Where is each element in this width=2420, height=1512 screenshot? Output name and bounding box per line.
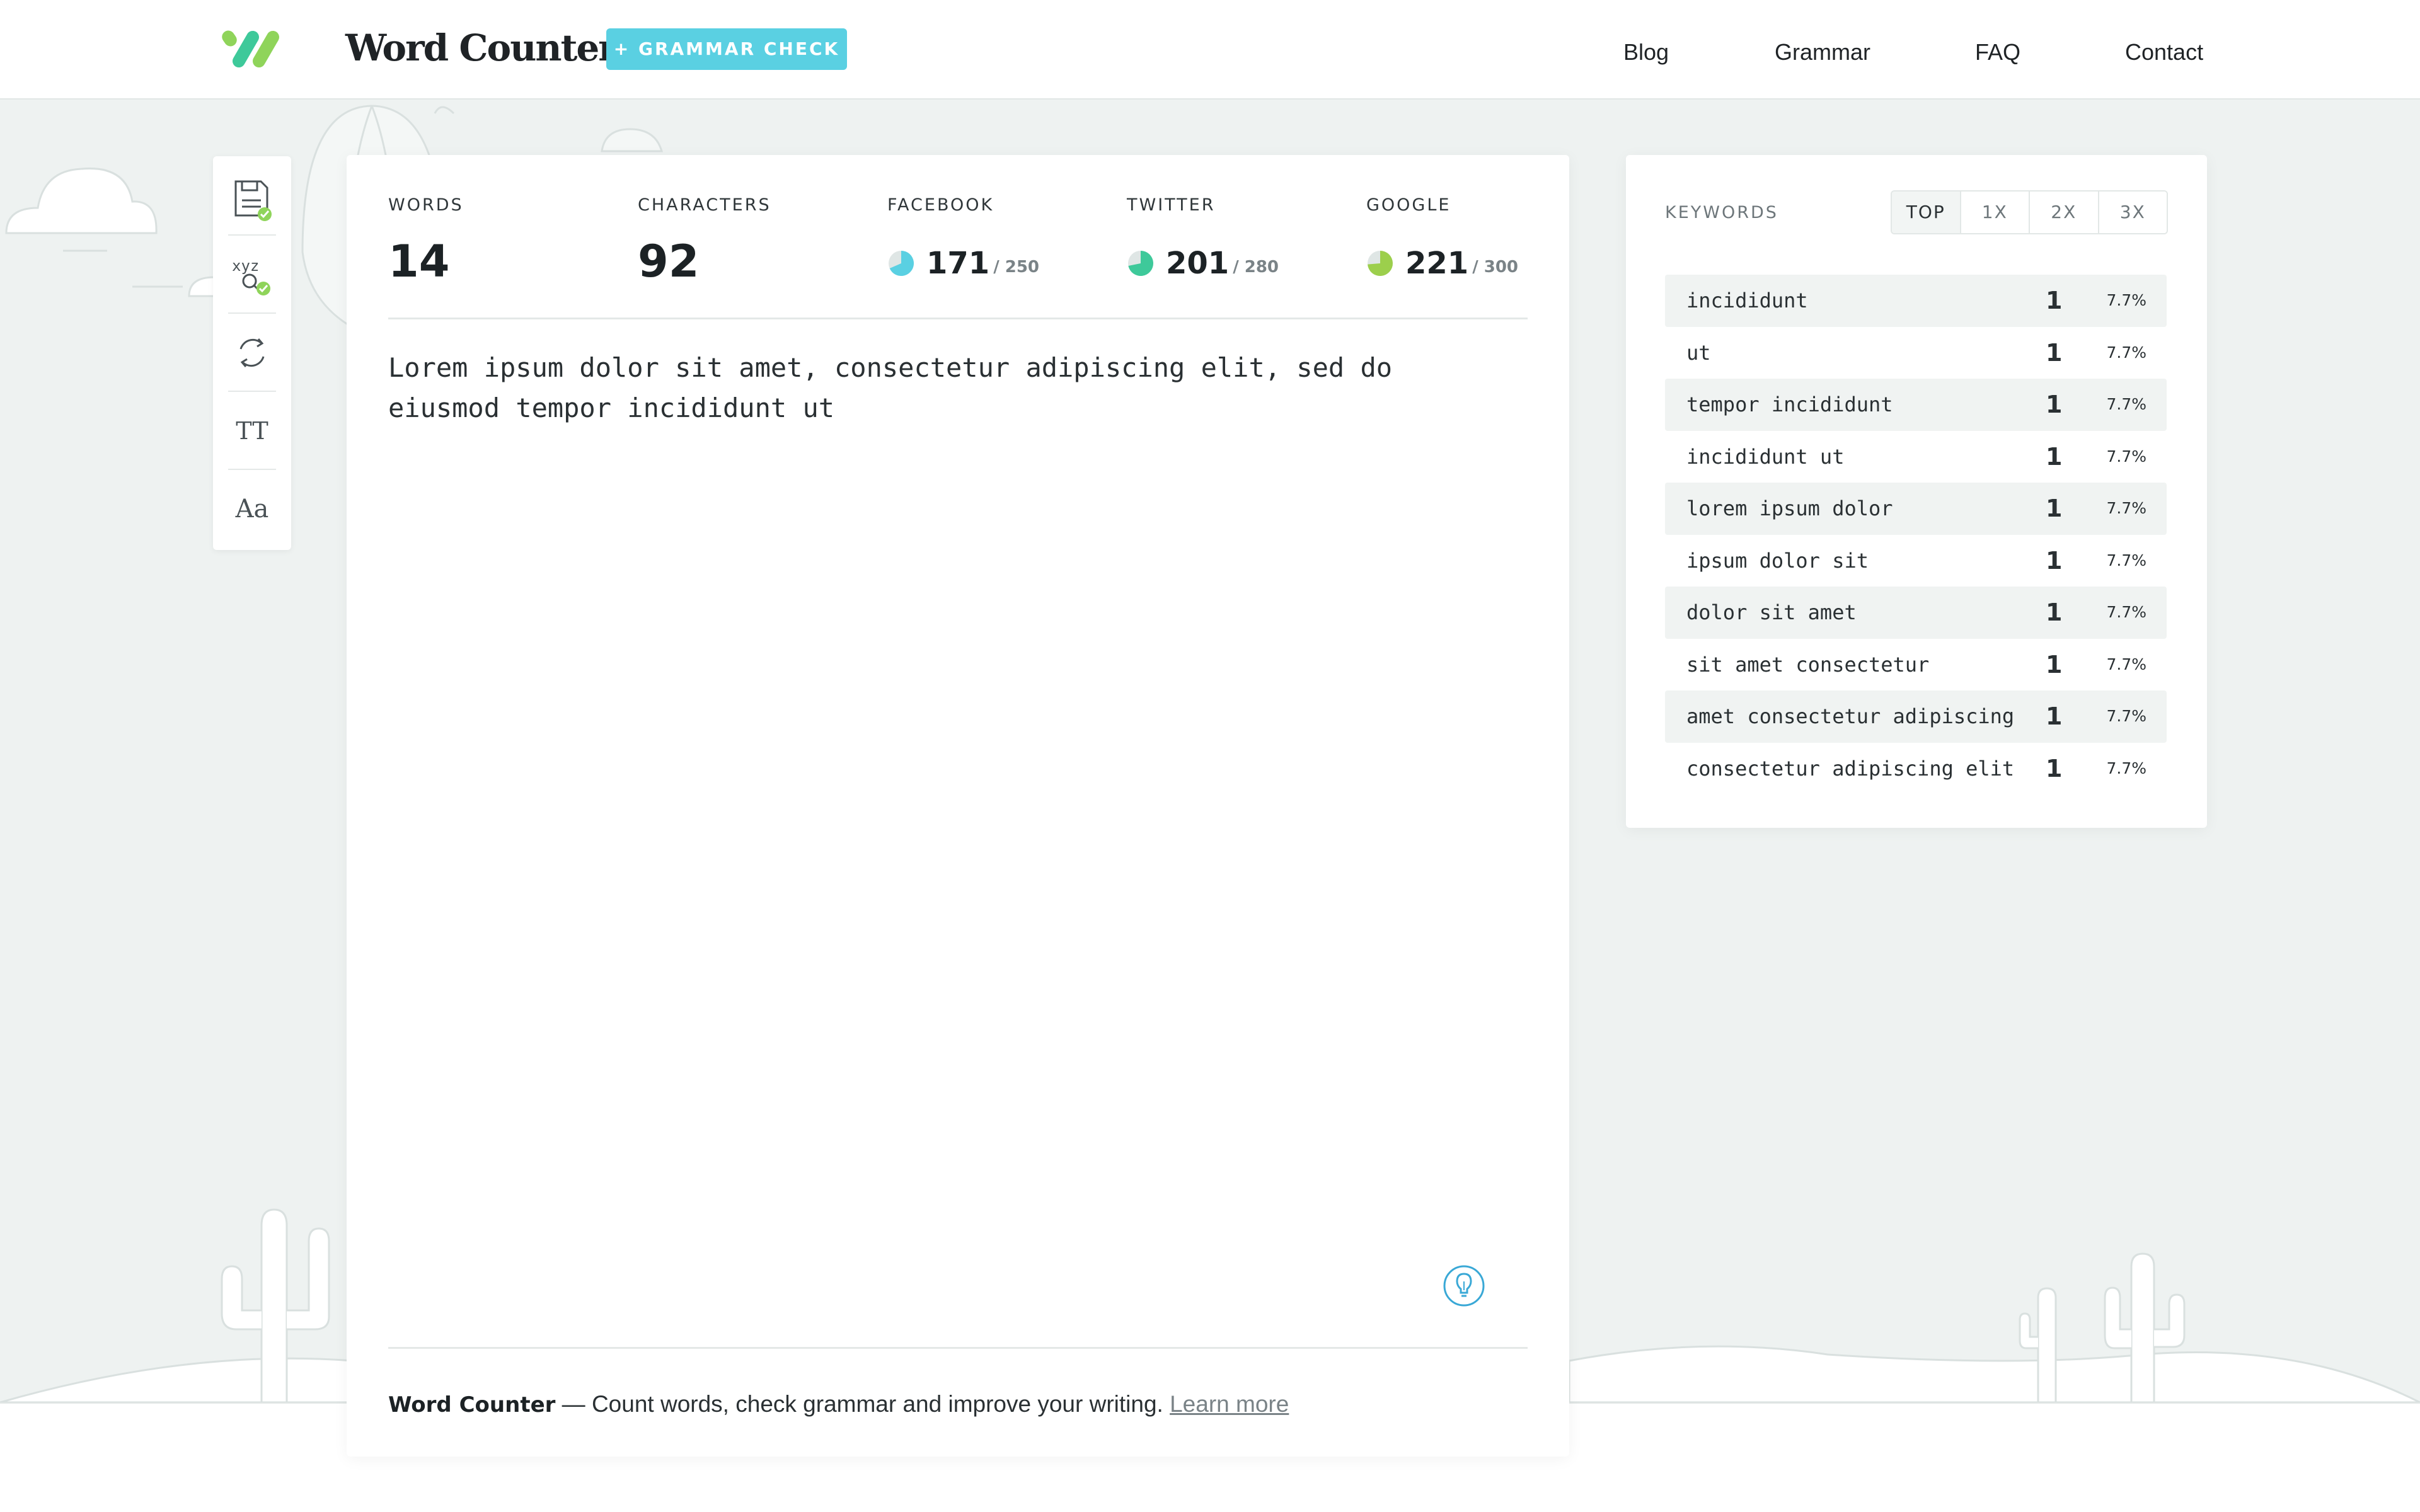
characters-label: CHARACTERS (638, 195, 771, 215)
keywords-list: incididunt 1 7.7% ut 1 7.7% tempor incid… (1665, 275, 2167, 794)
tool-divider (228, 234, 276, 236)
tool-divider (228, 312, 276, 314)
stat-words: WORDS 14 (388, 195, 464, 287)
facebook-progress-icon (889, 251, 914, 276)
keywords-card: KEYWORDS TOP 1X 2X 3X incididunt 1 7.7% … (1626, 155, 2207, 828)
nav-faq[interactable]: FAQ (1975, 39, 2020, 66)
stats-divider (388, 318, 1528, 319)
google-progress-icon (1368, 251, 1393, 276)
spellcheck-icon[interactable]: xyz (227, 251, 277, 301)
footer-text: — Count words, check grammar and improve… (555, 1391, 1170, 1417)
svg-text:xyz: xyz (232, 257, 259, 275)
text-size-icon[interactable]: TT (227, 406, 277, 456)
facebook-limit: / 250 (993, 258, 1040, 277)
logo-icon[interactable] (221, 28, 284, 72)
list-item[interactable]: incididunt ut 1 7.7% (1665, 431, 2167, 483)
brand-title[interactable]: Word Counter (345, 26, 618, 69)
nav-grammar[interactable]: Grammar (1775, 39, 1870, 66)
list-item[interactable]: incididunt 1 7.7% (1665, 275, 2167, 327)
list-item[interactable]: ut 1 7.7% (1665, 327, 2167, 379)
keywords-tabs: TOP 1X 2X 3X (1891, 190, 2168, 234)
cloud-icon (5, 167, 158, 234)
save-icon[interactable] (227, 175, 277, 226)
twitter-progress-icon (1128, 251, 1153, 276)
footer-brand: Word Counter (388, 1392, 556, 1418)
list-item[interactable]: amet consectetur adipiscing 1 7.7% (1665, 690, 2167, 743)
words-count: 14 (388, 236, 450, 287)
nav-contact[interactable]: Contact (2125, 39, 2203, 66)
grammar-check-button[interactable]: + GRAMMAR CHECK (606, 28, 847, 70)
list-item[interactable]: consectetur adipiscing elit 1 7.7% (1665, 743, 2167, 795)
google-limit: / 300 (1472, 258, 1519, 277)
editor-card: WORDS 14 CHARACTERS 92 FACEBOOK 171 / 25… (347, 155, 1569, 1457)
list-item[interactable]: lorem ipsum dolor 1 7.7% (1665, 483, 2167, 535)
tab-3x[interactable]: 3X (2097, 192, 2167, 233)
header: Word Counter + GRAMMAR CHECK Blog Gramma… (0, 0, 2420, 100)
twitter-limit: / 280 (1233, 258, 1279, 277)
facebook-label: FACEBOOK (887, 195, 994, 215)
google-label: GOOGLE (1366, 195, 1451, 215)
list-item[interactable]: ipsum dolor sit 1 7.7% (1665, 535, 2167, 587)
characters-count: 92 (638, 236, 700, 287)
tool-rail: xyz TT Aa (213, 156, 291, 550)
list-item[interactable]: sit amet consectetur 1 7.7% (1665, 639, 2167, 691)
stat-characters: CHARACTERS 92 (638, 195, 771, 287)
refresh-icon[interactable] (227, 328, 277, 378)
font-icon[interactable]: Aa (227, 484, 277, 534)
footer-divider (388, 1347, 1528, 1349)
footer-tagline: Word Counter — Count words, check gramma… (388, 1391, 1289, 1418)
keywords-title: KEYWORDS (1665, 203, 1778, 222)
balloon-icon (601, 128, 663, 152)
facebook-count: 171 (926, 246, 990, 281)
list-item[interactable]: dolor sit amet 1 7.7% (1665, 587, 2167, 639)
tab-1x[interactable]: 1X (1959, 192, 2029, 233)
stat-twitter[interactable]: TWITTER 201 / 280 (1127, 195, 1279, 281)
tool-divider (228, 391, 276, 392)
tab-2x[interactable]: 2X (2029, 192, 2098, 233)
twitter-count: 201 (1166, 246, 1230, 281)
twitter-label: TWITTER (1127, 195, 1216, 215)
stat-facebook[interactable]: FACEBOOK 171 / 250 (887, 195, 1039, 281)
list-item[interactable]: tempor incididunt 1 7.7% (1665, 379, 2167, 431)
lightbulb-icon[interactable] (1442, 1264, 1486, 1308)
tool-divider (228, 469, 276, 470)
nav-blog[interactable]: Blog (1623, 39, 1669, 66)
google-count: 221 (1405, 246, 1469, 281)
words-label: WORDS (388, 195, 464, 215)
learn-more-link[interactable]: Learn more (1170, 1391, 1289, 1417)
tab-top[interactable]: TOP (1892, 192, 1960, 233)
stat-google[interactable]: GOOGLE 221 / 300 (1366, 195, 1518, 281)
text-editor[interactable]: Lorem ipsum dolor sit amet, consectetur … (388, 348, 1528, 1217)
